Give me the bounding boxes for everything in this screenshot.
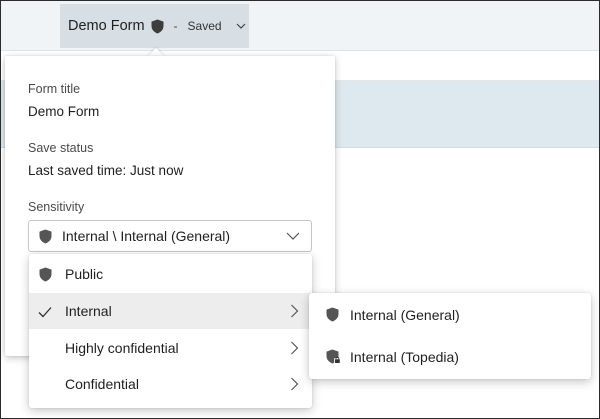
app-window: Demo Form - Saved Form title Demo Form S… [0,0,600,419]
menu-item-label: Highly confidential [65,340,179,356]
shield-icon [39,267,52,282]
sensitivity-menu: Public Internal Highly confidential Conf… [29,254,312,408]
save-status-label: Save status [28,141,94,155]
chevron-down-icon [228,21,246,31]
chevron-right-icon [290,377,299,391]
save-status-value: Last saved time: Just now [28,163,184,178]
sensitivity-label: Sensitivity [28,200,85,214]
shield-lock-icon [326,349,341,364]
submenu-item-internal-topedia[interactable]: Internal (Topedia) [309,337,591,377]
shield-icon [39,229,52,244]
shield-icon [326,307,339,322]
title-separator: - [173,19,178,33]
menu-item-internal[interactable]: Internal [29,293,312,329]
form-title-button[interactable]: Demo Form - Saved [60,4,249,48]
chevron-right-icon [290,304,299,318]
chevron-right-icon [290,341,299,355]
shield-icon [151,19,164,34]
internal-submenu: Internal (General) Internal (Topedia) [309,293,591,379]
menu-item-public[interactable]: Public [29,256,312,292]
menu-item-confidential[interactable]: Confidential [29,366,312,402]
submenu-item-label: Internal (General) [350,307,460,323]
form-name-label: Demo Form [68,18,145,34]
menu-item-label: Confidential [65,376,139,392]
menu-item-label: Public [65,266,104,282]
submenu-item-label: Internal (Topedia) [350,349,459,365]
form-title-label: Form title [28,82,81,96]
save-state-label: Saved [187,19,222,33]
menu-item-highly-confidential[interactable]: Highly confidential [29,330,312,366]
submenu-item-internal-general[interactable]: Internal (General) [309,295,591,335]
form-title-value: Demo Form [28,104,100,119]
sensitivity-dropdown[interactable]: Internal \ Internal (General) [28,220,312,252]
sensitivity-selected-value: Internal \ Internal (General) [62,228,231,244]
checkmark-icon [38,305,52,318]
menu-item-label: Internal [65,303,112,319]
